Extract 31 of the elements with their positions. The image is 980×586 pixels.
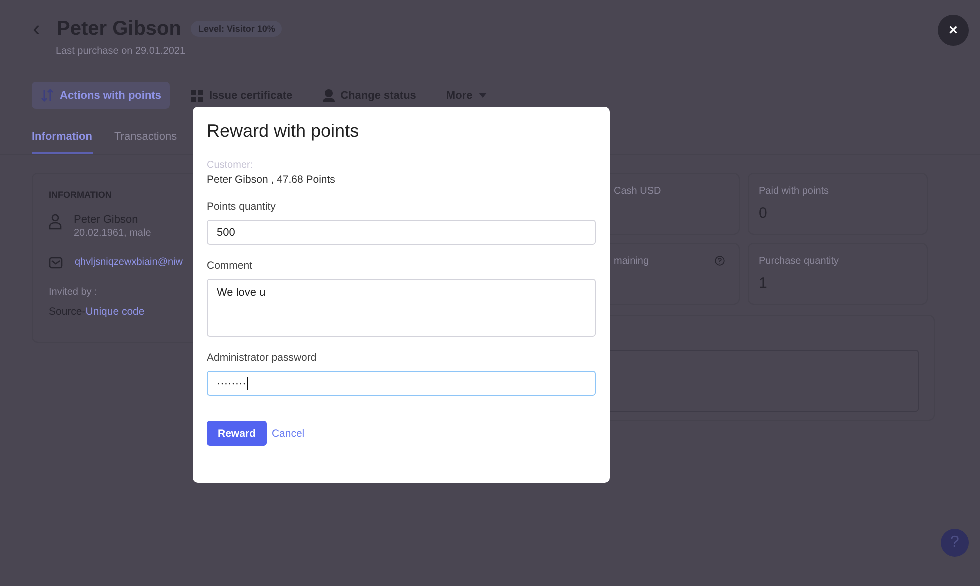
comment-field[interactable]: We love u	[207, 279, 596, 337]
tab[interactable]: Information	[32, 123, 92, 154]
customer-value: Peter Gibson , 47.68 Points	[207, 174, 336, 186]
close-button[interactable]: ×	[938, 15, 969, 46]
person-icon	[49, 214, 62, 230]
invited-by-label: Invited by :	[49, 287, 98, 298]
cancel-link[interactable]: Cancel	[272, 428, 305, 440]
last-purchase-text: Last purchase on 29.01.2021	[55, 45, 187, 57]
dialog-title: Reward with points	[207, 121, 360, 142]
envelope-icon	[49, 257, 63, 269]
customer-details: 20.02.1961, male	[74, 228, 152, 239]
stat-label: Paid with points	[759, 186, 830, 197]
back-button[interactable]: ‹	[33, 16, 47, 42]
stat-label: maining	[614, 256, 650, 267]
password-field[interactable]: ········	[207, 371, 596, 396]
customer-label: Customer:	[207, 160, 254, 171]
action-button[interactable]: Actions with points	[32, 82, 170, 109]
field-label: Points quantity	[207, 201, 277, 213]
help-button[interactable]: ?	[941, 529, 969, 557]
source-link[interactable]: Unique code	[86, 306, 145, 318]
grid-icon	[191, 90, 204, 102]
stat-label: Purchase quantity	[759, 256, 840, 267]
field-label: Comment	[207, 260, 254, 272]
reward-button[interactable]: Reward	[207, 421, 267, 446]
person-icon	[322, 89, 335, 102]
email-link[interactable]: qhvljsniqzewxbiain@niw	[75, 257, 183, 268]
points-input[interactable]: 500	[207, 220, 596, 245]
stat-label: Cash USD	[614, 186, 662, 197]
caret-icon	[478, 93, 487, 98]
field-label: Administrator password	[207, 352, 318, 364]
tab[interactable]: Transactions	[114, 123, 178, 154]
